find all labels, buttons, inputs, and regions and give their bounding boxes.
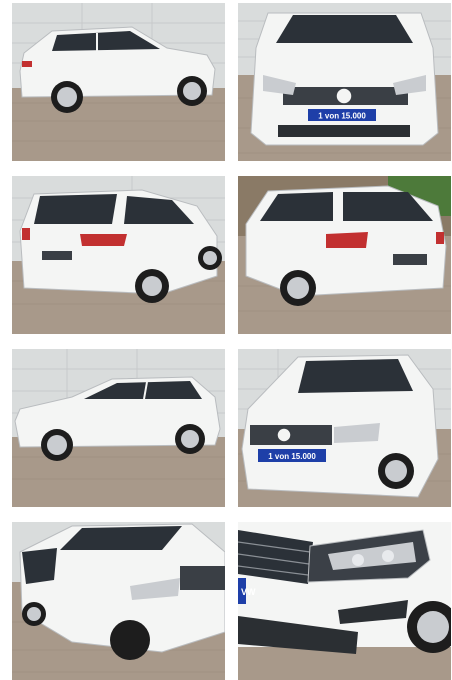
photo-gallery: 1 von 15.000 1 von 15.000 VW — [0, 0, 452, 680]
license-plate-fragment: VW — [241, 587, 256, 597]
car-photo-rear-right[interactable] — [238, 176, 451, 334]
car-photo-headlight-detail[interactable]: VW — [238, 522, 451, 680]
car-photo-front-right[interactable]: 1 von 15.000 — [238, 349, 451, 507]
license-plate-text: 1 von 15.000 — [268, 452, 316, 461]
license-plate-text: 1 von 15.000 — [318, 112, 366, 121]
car-photo-rear-left[interactable] — [12, 176, 225, 334]
car-photo-side-left-2[interactable] — [12, 349, 225, 507]
car-photo-front[interactable]: 1 von 15.000 — [238, 3, 451, 161]
car-photo-side-left[interactable] — [12, 3, 225, 161]
car-photo-front-left-low[interactable] — [12, 522, 225, 680]
